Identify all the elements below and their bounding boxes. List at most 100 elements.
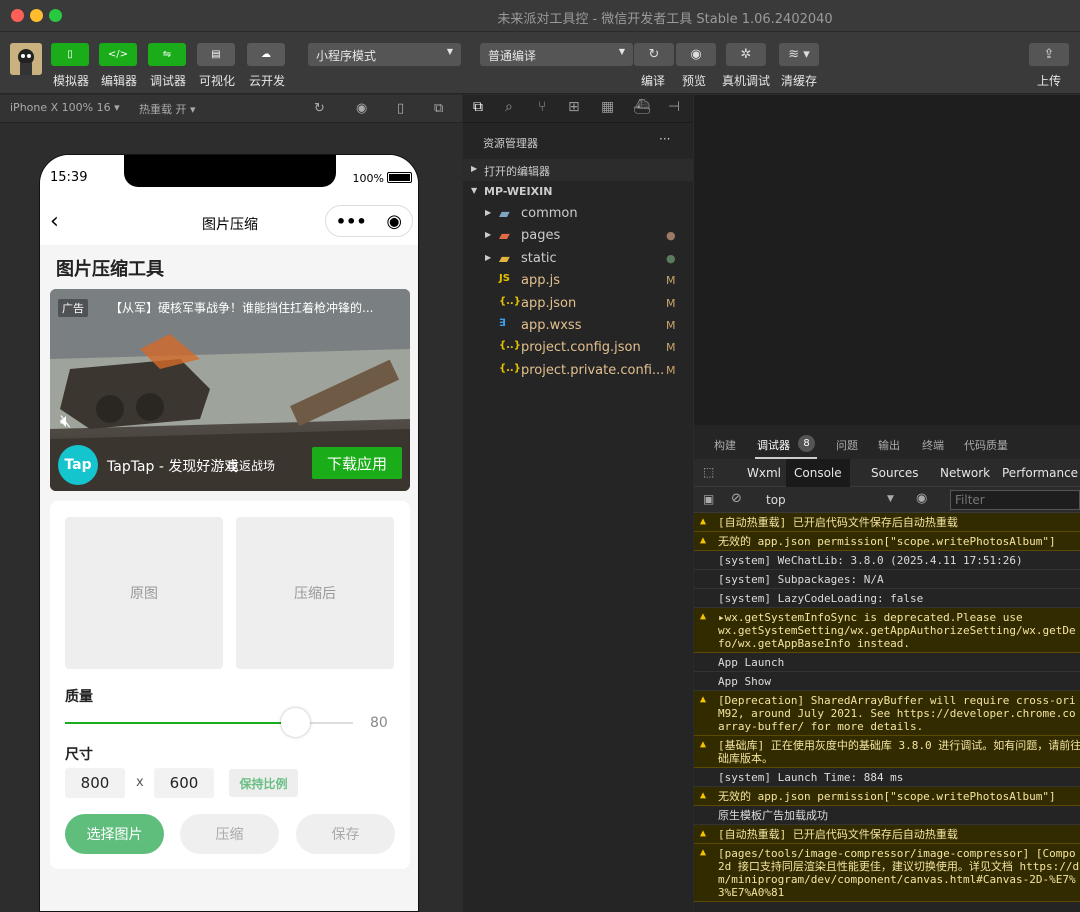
original-image-box[interactable]: 原图: [65, 517, 223, 669]
ad-banner[interactable]: 广告 【从军】硬核军事战争！谁能挡住扛着枪冲锋的... 🔇︎ Tap TapTa…: [50, 289, 410, 491]
quality-slider[interactable]: [65, 708, 353, 737]
file-status-badge: M: [666, 274, 676, 288]
save-button[interactable]: 保存: [296, 814, 395, 854]
devtools-tab[interactable]: Network: [940, 459, 990, 487]
eye-icon[interactable]: ◉: [916, 491, 927, 506]
phone-icon[interactable]: ▯: [397, 101, 404, 116]
taptap-logo: Tap: [58, 445, 98, 485]
compress-button[interactable]: 压缩: [180, 814, 279, 854]
console-log-line: [pages/tools/image-compressor/image-comp…: [694, 844, 1080, 902]
quality-slider-handle[interactable]: [281, 708, 311, 737]
file-tree-item[interactable]: {..} project.config.json M: [463, 337, 693, 359]
ad-tag[interactable]: 广告: [58, 299, 88, 317]
file-tree-item[interactable]: ▶ ▰ pages ●: [463, 225, 693, 247]
devtools-tab[interactable]: Wxml: [747, 459, 781, 487]
simulator-label: 模拟器: [53, 74, 90, 88]
size-separator: x: [136, 775, 144, 790]
code-icon: </>: [107, 49, 129, 60]
close-target-icon[interactable]: ◉: [386, 211, 402, 232]
bug-icon: ✲: [740, 47, 752, 62]
file-tree-item[interactable]: ∃ app.wxss M: [463, 315, 693, 337]
docker-icon[interactable]: ⛴︎: [633, 99, 651, 115]
rotate-icon[interactable]: ↻: [314, 101, 325, 116]
file-tree-item[interactable]: {..} project.private.confi... M: [463, 360, 693, 382]
debugger-toggle-button[interactable]: ⇋: [148, 43, 186, 66]
file-tree-item[interactable]: ▶ ▰ static ●: [463, 248, 693, 270]
compressed-image-box[interactable]: 压缩后: [236, 517, 394, 669]
inspect-icon[interactable]: ⬚: [703, 465, 714, 479]
ad-brand: TapTap - 发现好游戏: [107, 459, 239, 475]
devtools-tab[interactable]: Console: [786, 459, 850, 487]
debug-tab[interactable]: 代码质量: [964, 437, 1008, 453]
debug-tab[interactable]: 输出: [878, 437, 900, 453]
chevron-right-icon: ▶: [485, 230, 492, 240]
explorer-more-button[interactable]: ···: [659, 132, 670, 146]
download-app-button[interactable]: 下载应用: [312, 447, 402, 479]
simulator-toggle-button[interactable]: ▯: [51, 43, 89, 66]
debug-tab[interactable]: 构建: [714, 437, 736, 453]
popout-icon[interactable]: ⧉: [434, 101, 443, 116]
debug-tab[interactable]: 终端: [922, 437, 944, 453]
preview-label: 预览: [682, 74, 707, 88]
file-tree-item[interactable]: JS app.js M: [463, 270, 693, 292]
capsule-menu[interactable]: ••• ◉: [325, 205, 413, 237]
debug-tab[interactable]: 调试器: [757, 437, 790, 453]
phone-notch: [124, 155, 336, 187]
clear-console-icon[interactable]: ⊘: [731, 491, 742, 506]
editor-toggle-button[interactable]: </>: [99, 43, 137, 66]
hot-reload-toggle[interactable]: 热重载 开 ▾: [139, 101, 196, 117]
sidebar-toggle-icon[interactable]: ▣: [703, 492, 714, 506]
json-file-icon: {..}: [499, 362, 521, 374]
keep-ratio-button[interactable]: 保持比例: [229, 769, 298, 797]
compressor-card: 原图 压缩后 质量 80 尺寸 800 x 600 保持比例 选择图片 压缩 保…: [50, 501, 410, 869]
debug-tabs: 构建 调试器 问题 输出 终端 代码质量 8: [694, 425, 1080, 459]
devtools-tab[interactable]: Performance: [1002, 459, 1078, 487]
width-input[interactable]: 800: [65, 768, 125, 798]
preview-button[interactable]: ◉: [676, 43, 716, 66]
console-log-line: [自动热重载] 已开启代码文件保存后自动热重载: [694, 513, 1080, 532]
device-select[interactable]: iPhone X 100% 16 ▾: [10, 101, 120, 114]
mute-icon[interactable]: 🔇︎: [60, 411, 71, 432]
debug-tab[interactable]: 问题: [836, 437, 858, 453]
console-toolbar: ▣ ⊘ top ▼ ◉: [694, 487, 1080, 513]
clear-cache-button[interactable]: ≋ ▾: [779, 43, 819, 66]
js-file-icon: JS: [499, 273, 510, 285]
real-device-button[interactable]: ✲: [726, 43, 766, 66]
project-root[interactable]: ▼ MP-WEIXIN: [463, 181, 693, 203]
extensions-icon[interactable]: ⊞: [568, 99, 580, 115]
record-icon[interactable]: ◉: [356, 101, 367, 116]
console-filter-input[interactable]: [950, 490, 1080, 510]
file-tree-item[interactable]: {..} app.json M: [463, 293, 693, 315]
more-dots-icon[interactable]: •••: [336, 212, 367, 231]
avatar[interactable]: [10, 43, 42, 75]
outline-icon[interactable]: ▦: [601, 99, 614, 115]
context-select[interactable]: top: [766, 493, 786, 507]
editor-area: [694, 95, 1080, 425]
split-panel-icon[interactable]: ⊣: [668, 99, 680, 115]
upload-button[interactable]: ⇪: [1029, 43, 1069, 66]
compile-button[interactable]: ↻: [634, 43, 674, 66]
quality-label: 质量: [65, 689, 93, 705]
git-branch-icon[interactable]: ⑂: [538, 99, 546, 115]
visual-toggle-button[interactable]: ▤: [197, 43, 235, 66]
compile-select[interactable]: 普通编译 ▼: [480, 43, 633, 66]
cloud-button[interactable]: ☁: [247, 43, 285, 66]
mode-select[interactable]: 小程序模式 ▼: [308, 43, 461, 66]
file-tree-item[interactable]: ▶ ▰ common: [463, 203, 693, 225]
console-log-line: App Launch: [694, 653, 1080, 672]
file-status-badge: M: [666, 296, 676, 310]
upload-icon: ⇪: [1043, 47, 1055, 62]
layers-icon: ≋ ▾: [788, 47, 810, 62]
json-file-icon: {..}: [499, 340, 521, 352]
devtools-tabs: ⬚ Wxml Console Sources Network Performance: [694, 459, 1080, 487]
select-image-button[interactable]: 选择图片: [65, 814, 164, 854]
size-label: 尺寸: [65, 747, 93, 763]
files-icon[interactable]: ⧉: [473, 99, 483, 115]
open-editors-section[interactable]: ▶ 打开的编辑器: [463, 159, 693, 181]
console-log-line: [system] Subpackages: N/A: [694, 570, 1080, 589]
devtools-tab[interactable]: Sources: [871, 459, 918, 487]
height-input[interactable]: 600: [154, 768, 214, 798]
eye-icon: ◉: [690, 47, 702, 62]
search-icon[interactable]: ⌕: [505, 99, 513, 115]
chevron-down-icon: ▼: [471, 186, 478, 195]
